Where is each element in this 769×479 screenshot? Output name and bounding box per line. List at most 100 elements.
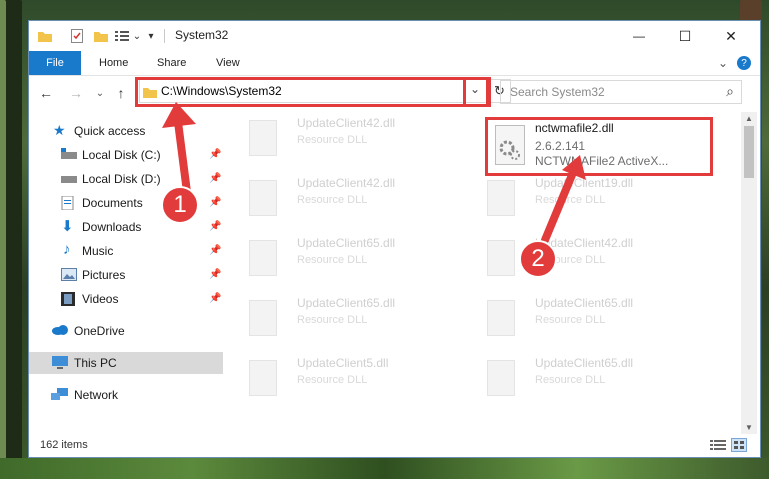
background-tree: [4, 0, 22, 479]
file-name: UpdateClient65.dll: [297, 296, 396, 310]
file-description: Resource DLL: [297, 194, 368, 206]
sidebar-item-label: Videos: [82, 292, 119, 306]
step-1-badge: 1: [161, 186, 199, 224]
tab-view[interactable]: View: [216, 51, 240, 75]
file-item[interactable]: UpdateClient19.dll Resource DLL: [463, 174, 693, 224]
tab-file[interactable]: File: [29, 51, 81, 75]
search-input[interactable]: Search System32 ⌕: [500, 80, 742, 104]
file-name: UpdateClient19.dll: [535, 176, 634, 190]
pin-icon[interactable]: 📌: [209, 269, 221, 280]
sidebar-item-label: Local Disk (D:): [82, 172, 161, 186]
back-button[interactable]: ←: [37, 84, 55, 102]
dll-file-icon: [249, 360, 277, 396]
up-button[interactable]: ↑: [112, 84, 130, 102]
pin-icon[interactable]: 📌: [209, 173, 221, 184]
file-description: Resource DLL: [535, 314, 606, 326]
sidebar-item-label: Downloads: [82, 220, 142, 234]
file-item[interactable]: UpdateClient65.dll Resource DLL: [463, 354, 693, 404]
tab-home[interactable]: Home: [99, 51, 128, 75]
file-item[interactable]: UpdateClient5.dll Resource DLL: [225, 354, 455, 404]
explorer-window: ⌄ ▾ System32 — ☐ ✕ File Home Share View …: [28, 20, 761, 458]
file-item[interactable]: UpdateClient42.dll Resource DLL: [463, 234, 693, 284]
title-separator: [164, 29, 165, 43]
dll-file-icon: [249, 180, 277, 216]
forward-button[interactable]: →: [67, 84, 85, 102]
scroll-up-icon[interactable]: ▲: [745, 114, 753, 123]
sidebar-item-label: Network: [74, 388, 119, 402]
file-item[interactable]: UpdateClient65.dll Resource DLL: [225, 294, 455, 344]
sidebar-item-network[interactable]: Network: [29, 384, 223, 406]
pictures-icon: [61, 268, 77, 282]
window-title: System32: [175, 28, 229, 42]
tiles-view-icon[interactable]: [731, 438, 747, 452]
pin-icon[interactable]: 📌: [209, 149, 221, 160]
customize-qat-icon[interactable]: ⌄: [113, 27, 143, 45]
chevron-down-icon: ⌄: [132, 30, 142, 42]
documents-icon: [61, 195, 77, 211]
pin-icon[interactable]: 📌: [209, 197, 221, 208]
file-item[interactable]: UpdateClient42.dll Resource DLL: [225, 114, 455, 164]
tab-share[interactable]: Share: [157, 51, 186, 75]
maximize-button[interactable]: ☐: [662, 21, 708, 51]
dll-file-icon: [487, 240, 515, 276]
cloud-icon: [51, 324, 68, 338]
details-view-icon[interactable]: [710, 439, 726, 454]
sidebar-item-this-pc[interactable]: This PC: [29, 352, 223, 374]
item-count: 162 items: [40, 439, 88, 451]
downloads-icon: ⬇: [61, 218, 74, 235]
help-icon[interactable]: ?: [737, 56, 751, 70]
sidebar-item-label: This PC: [74, 356, 117, 370]
pin-icon[interactable]: 📌: [209, 221, 221, 232]
sidebar-item-videos[interactable]: Videos 📌: [29, 288, 223, 310]
pin-icon[interactable]: 📌: [209, 245, 221, 256]
background-tree: [0, 0, 6, 479]
background-foliage: [0, 458, 769, 479]
file-item[interactable]: UpdateClient65.dll Resource DLL: [463, 294, 693, 344]
sidebar-item-label: Documents: [82, 196, 143, 210]
navigation-pane: ★ Quick access Local Disk (C:) 📌 Local D…: [29, 112, 223, 442]
music-icon: ♪: [63, 241, 71, 258]
file-highlight-box: [485, 117, 713, 176]
new-folder-icon[interactable]: [93, 27, 109, 45]
scrollbar-thumb[interactable]: [744, 126, 754, 178]
ribbon: File Home Share View ⌄ ?: [29, 51, 760, 76]
file-description: Resource DLL: [297, 254, 368, 266]
scroll-down-icon[interactable]: ▼: [745, 423, 753, 432]
file-description: Resource DLL: [297, 374, 368, 386]
properties-icon[interactable]: [69, 27, 85, 45]
sidebar-item-downloads[interactable]: ⬇ Downloads 📌: [29, 216, 223, 238]
search-icon: ⌕: [726, 83, 734, 99]
sidebar-item-music[interactable]: ♪ Music 📌: [29, 240, 223, 262]
sidebar-item-local-disk-d[interactable]: Local Disk (D:) 📌: [29, 168, 223, 190]
dll-file-icon: [487, 360, 515, 396]
title-bar: ⌄ ▾ System32 — ☐ ✕: [29, 21, 760, 51]
sidebar-item-label: Music: [82, 244, 114, 258]
pin-icon[interactable]: 📌: [209, 293, 221, 304]
qat-dropdown-icon[interactable]: ▾: [145, 27, 157, 45]
ribbon-expand-button[interactable]: ⌄: [718, 51, 728, 75]
file-name: UpdateClient65.dll: [535, 296, 634, 310]
file-description: Resource DLL: [297, 314, 368, 326]
sidebar-item-onedrive[interactable]: OneDrive: [29, 320, 223, 342]
file-name: UpdateClient5.dll: [297, 356, 389, 370]
file-item[interactable]: UpdateClient42.dll Resource DLL: [225, 174, 455, 224]
dll-file-icon: [249, 120, 277, 156]
sidebar-item-pictures[interactable]: Pictures 📌: [29, 264, 223, 286]
file-item[interactable]: UpdateClient65.dll Resource DLL: [225, 234, 455, 284]
minimize-button[interactable]: —: [616, 21, 662, 51]
refresh-highlight-box: [463, 77, 491, 107]
search-placeholder: Search System32: [510, 85, 605, 99]
sidebar-item-label: OneDrive: [74, 324, 125, 338]
sidebar-item-quick-access[interactable]: ★ Quick access: [29, 120, 223, 142]
network-icon: [51, 388, 68, 402]
status-bar: 162 items: [29, 434, 760, 457]
file-description: Resource DLL: [535, 374, 606, 386]
star-icon: ★: [53, 122, 66, 138]
drive-icon: [61, 148, 77, 162]
vertical-scrollbar[interactable]: ▲ ▼: [741, 112, 757, 434]
close-button[interactable]: ✕: [708, 21, 754, 51]
sidebar-item-local-disk-c[interactable]: Local Disk (C:) 📌: [29, 144, 223, 166]
file-name: UpdateClient65.dll: [297, 236, 396, 250]
file-description: Resource DLL: [297, 134, 368, 146]
recent-locations-button[interactable]: ⌄: [91, 84, 109, 102]
